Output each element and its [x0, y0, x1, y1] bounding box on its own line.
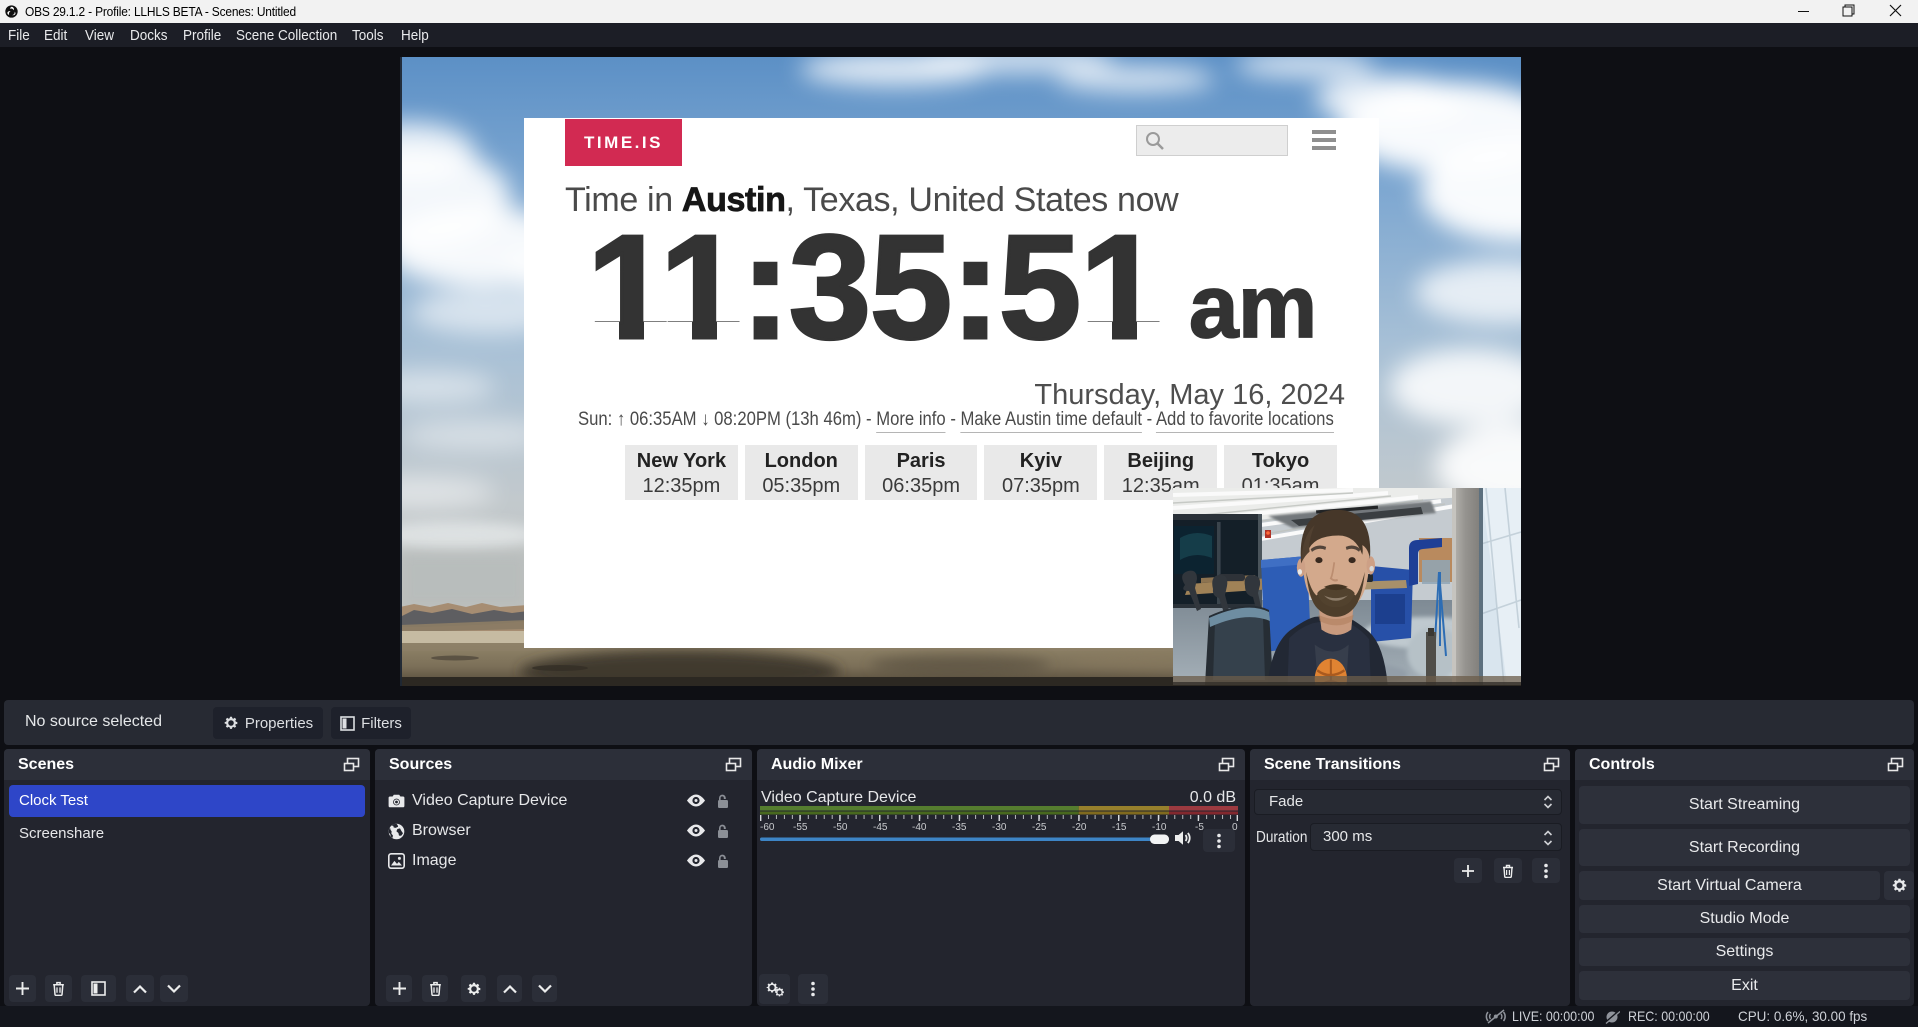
svg-text:-30: -30	[992, 822, 1007, 831]
svg-text:-60: -60	[760, 822, 775, 831]
svg-text:-40: -40	[912, 822, 927, 831]
svg-text:-45: -45	[873, 822, 888, 831]
svg-text:-35: -35	[952, 822, 967, 831]
svg-text:-20: -20	[1072, 822, 1087, 831]
svg-text:-15: -15	[1112, 822, 1127, 831]
svg-text:-10: -10	[1152, 822, 1167, 831]
svg-text:-55: -55	[793, 822, 808, 831]
svg-text:-25: -25	[1032, 822, 1047, 831]
svg-text:-50: -50	[833, 822, 848, 831]
